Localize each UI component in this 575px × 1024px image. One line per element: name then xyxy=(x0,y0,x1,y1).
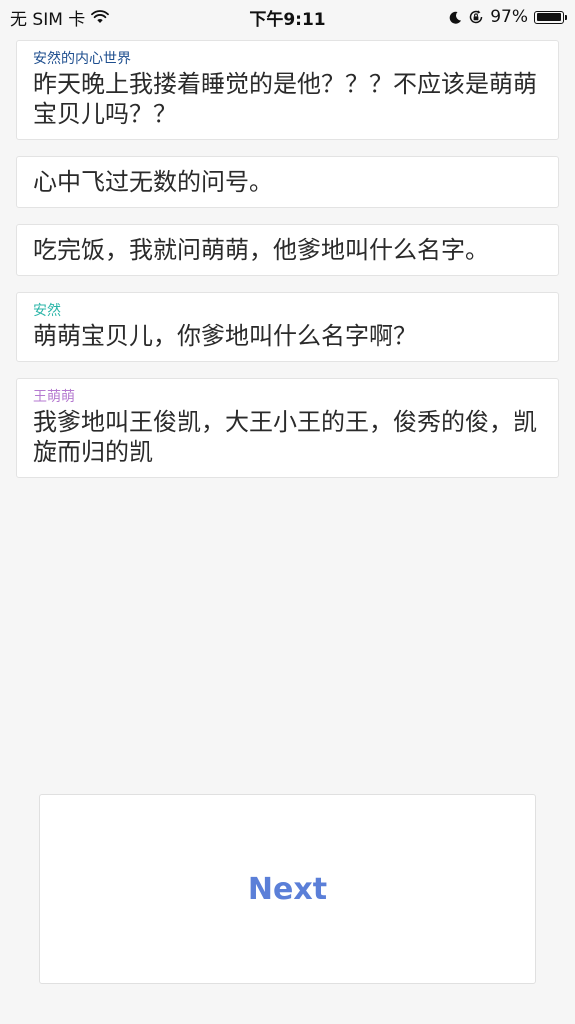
wifi-icon xyxy=(91,10,110,24)
message-list: 安然的内心世界 昨天晚上我搂着睡觉的是他？？？不应该是萌萌宝贝儿吗？？ 心中飞过… xyxy=(16,40,559,494)
message-card: 心中飞过无数的问号。 xyxy=(16,156,559,208)
battery-percent: 97% xyxy=(490,7,528,27)
battery-icon xyxy=(534,10,567,24)
status-bar-left: 无 SIM 卡 xyxy=(10,5,110,30)
status-bar: 无 SIM 卡 下午9:11 97% xyxy=(0,0,575,34)
message-text: 吃完饭，我就问萌萌，他爹地叫什么名字。 xyxy=(33,236,489,264)
message-text: 心中飞过无数的问号。 xyxy=(33,168,273,196)
carrier-label: 无 SIM 卡 xyxy=(10,9,86,30)
speaker-name: 安然的内心世界 xyxy=(33,51,131,67)
next-panel[interactable]: Next xyxy=(39,794,536,984)
message-card: 安然的内心世界 昨天晚上我搂着睡觉的是他？？？不应该是萌萌宝贝儿吗？？ xyxy=(16,40,559,140)
message-text: 萌萌宝贝儿，你爹地叫什么名字啊？ xyxy=(33,322,417,350)
speaker-name: 安然 xyxy=(33,303,61,319)
speaker-name: 王萌萌 xyxy=(33,389,75,405)
status-bar-right: 97% xyxy=(449,7,567,27)
moon-icon xyxy=(449,11,462,24)
message-card: 王萌萌 我爹地叫王俊凯，大王小王的王，俊秀的俊，凯旋而归的凯 xyxy=(16,378,559,478)
orientation-lock-icon xyxy=(468,9,484,25)
message-text: 昨天晚上我搂着睡觉的是他？？？不应该是萌萌宝贝儿吗？？ xyxy=(33,70,537,128)
next-button[interactable]: Next xyxy=(228,862,347,917)
message-card: 吃完饭，我就问萌萌，他爹地叫什么名字。 xyxy=(16,224,559,276)
message-card: 安然 萌萌宝贝儿，你爹地叫什么名字啊？ xyxy=(16,292,559,362)
message-text: 我爹地叫王俊凯，大王小王的王，俊秀的俊，凯旋而归的凯 xyxy=(33,408,537,466)
